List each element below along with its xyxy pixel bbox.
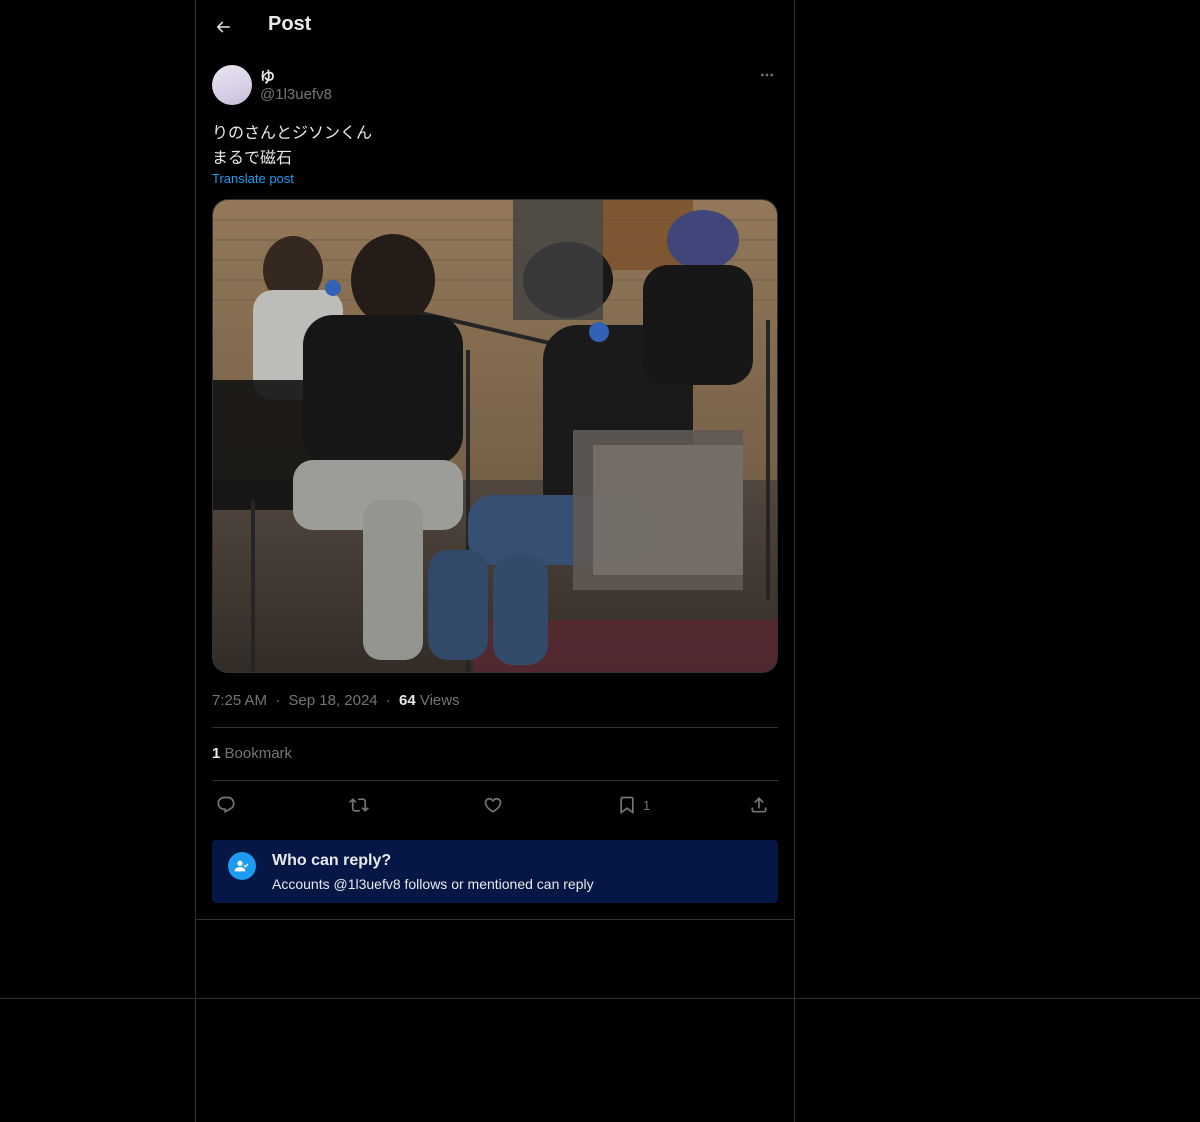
more-options-button[interactable] — [756, 64, 778, 86]
post-time[interactable]: 7:25 AM — [212, 692, 267, 709]
repost-icon — [349, 798, 369, 812]
post-text-line: りのさんとジソンくん — [212, 123, 373, 142]
separator-dot: · — [275, 692, 281, 709]
post-text: りのさんとジソンくん まるで磁石 — [212, 120, 372, 170]
divider — [196, 919, 794, 920]
reply-restriction-notice: Who can reply? Accounts @1l3uefv8 follow… — [212, 840, 778, 903]
user-check-icon — [228, 852, 256, 880]
share-button[interactable] — [749, 790, 769, 820]
views-count: 64 — [398, 692, 416, 709]
post-header: Post — [196, 0, 794, 54]
speech-bubble-icon — [217, 796, 235, 814]
views-label: Views — [419, 692, 460, 709]
author-display-name[interactable]: ゆ — [260, 66, 275, 87]
bookmark-stats[interactable]: 1 Bookmark — [212, 745, 292, 762]
back-button[interactable] — [206, 10, 240, 44]
reply-restriction-title: Who can reply? — [272, 852, 392, 869]
post-media-image[interactable] — [212, 199, 778, 673]
reply-button[interactable] — [216, 790, 236, 820]
bookmark-count: 1 — [212, 745, 221, 762]
divider — [212, 780, 778, 781]
like-button[interactable] — [483, 790, 503, 820]
more-dots-icon — [761, 73, 773, 77]
heart-icon — [484, 797, 502, 813]
post-date[interactable]: Sep 18, 2024 — [288, 692, 377, 709]
media-photo — [213, 200, 777, 672]
translate-post-link[interactable]: Translate post — [212, 171, 294, 186]
share-upload-icon — [751, 797, 767, 813]
post-text-line: まるで磁石 — [212, 148, 293, 167]
page-title: Post — [268, 13, 312, 35]
post-actions-bar: 1 — [212, 790, 778, 820]
author-handle[interactable]: @1l3uefv8 — [260, 86, 332, 103]
post-timestamp: 7:25 AM · Sep 18, 2024 · 64 Views — [212, 692, 460, 709]
post-author: ゆ @1l3uefv8 — [212, 64, 778, 108]
reply-restriction-subtitle: Accounts @1l3uefv8 follows or mentioned … — [272, 876, 594, 892]
repost-button[interactable] — [349, 790, 369, 820]
avatar[interactable] — [212, 65, 252, 105]
separator-dot: · — [385, 692, 391, 709]
arrow-left-icon — [216, 21, 230, 33]
main-column: Post ゆ @1l3uefv8 りのさんとジソンくん まるで磁石 Transl… — [195, 0, 795, 1122]
bookmark-icon — [620, 796, 634, 815]
bookmark-action-count: 1 — [643, 797, 651, 813]
bookmark-button[interactable]: 1 — [617, 790, 650, 820]
divider — [212, 727, 778, 728]
bookmark-label: Bookmark — [224, 745, 293, 762]
